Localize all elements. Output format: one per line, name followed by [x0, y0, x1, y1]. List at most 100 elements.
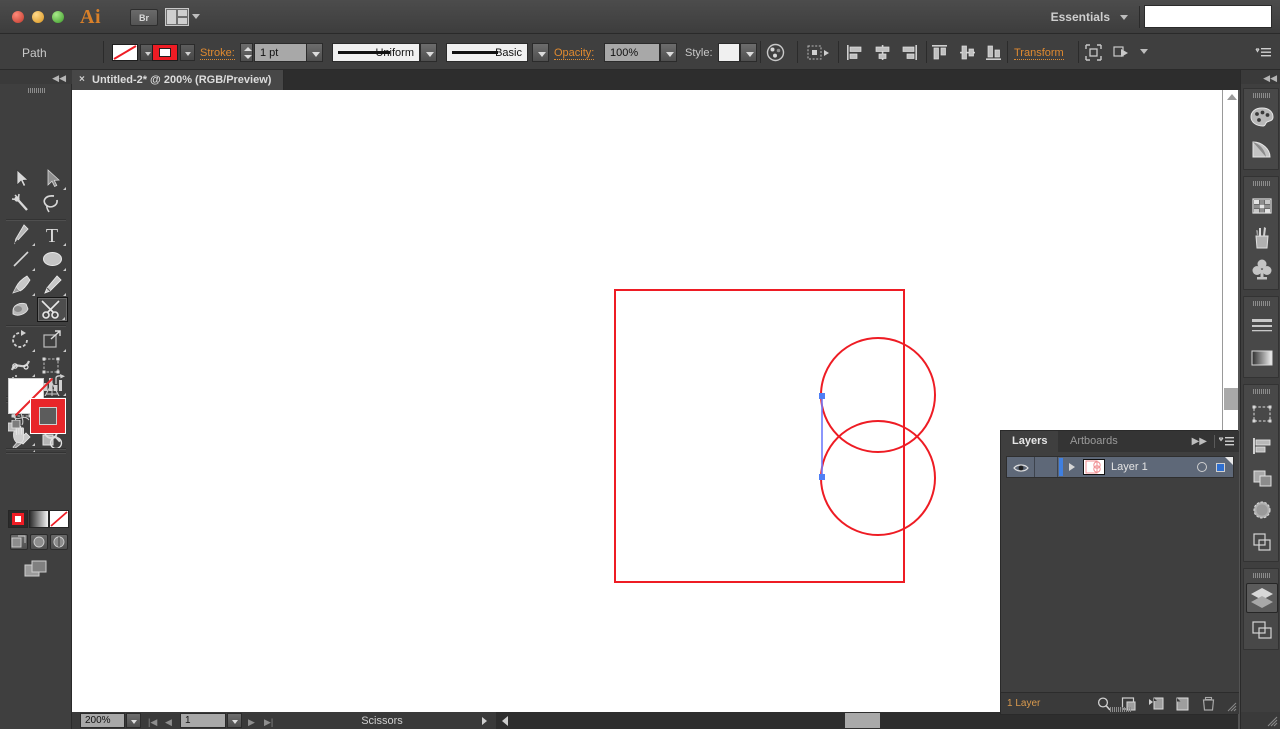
style-dropdown-arrow[interactable] [740, 43, 757, 62]
opacity-label[interactable]: Opacity: [554, 47, 594, 60]
target-indicator-icon[interactable] [1197, 462, 1207, 472]
panel-menu-icon[interactable] [1254, 43, 1274, 62]
dock-group-grip[interactable] [1253, 93, 1271, 98]
window-resize-handle[interactable] [1267, 716, 1278, 727]
collapse-panel-icon[interactable]: ◀◀ [52, 73, 66, 84]
create-new-sublayer-icon[interactable] [1147, 696, 1164, 712]
stroke-dropdown-arrow[interactable] [180, 44, 195, 61]
collapse-panel-icon[interactable]: ◀◀ [1263, 73, 1277, 84]
tab-layers[interactable]: Layers [1001, 431, 1058, 452]
stroke-profile-combo[interactable]: Uniform [332, 43, 420, 62]
previous-artboard-button[interactable]: ◀ [165, 717, 172, 728]
pathfinder-panel-icon[interactable] [1246, 463, 1278, 493]
align-right-icon[interactable] [900, 43, 920, 62]
scroll-left-arrow-icon[interactable] [502, 716, 508, 726]
chevron-down-icon[interactable] [1140, 49, 1148, 54]
blob-brush-tool[interactable] [6, 297, 37, 322]
align-left-icon[interactable] [845, 43, 865, 62]
next-artboard-button[interactable]: ▶ [248, 717, 255, 728]
stroke-swatch[interactable] [152, 44, 178, 61]
draw-behind-icon[interactable] [1112, 43, 1138, 62]
artboards-panel-icon[interactable] [1246, 399, 1278, 429]
stroke-panel-icon[interactable] [1246, 311, 1278, 341]
go-to-bridge-button[interactable]: Br [130, 9, 158, 26]
rotate-tool[interactable] [6, 328, 37, 353]
symbols-panel-icon[interactable] [1246, 255, 1278, 285]
dock-group-grip[interactable] [1253, 573, 1271, 578]
document-tab[interactable]: × Untitled-2* @ 200% (RGB/Preview) [72, 70, 284, 90]
stroke-weight-stepper[interactable] [240, 43, 253, 62]
vertical-scrollbar-thumb[interactable] [1224, 388, 1238, 410]
horizontal-scrollbar-thumb[interactable] [845, 713, 880, 728]
collapse-panel-icon[interactable]: ▶▶ [1192, 436, 1207, 447]
arrange-documents-icon[interactable] [165, 8, 189, 26]
draw-behind-button[interactable] [30, 534, 48, 550]
color-mode-button[interactable] [8, 510, 28, 528]
color-guide-panel-icon[interactable] [1246, 135, 1278, 165]
gradient-panel-icon[interactable] [1246, 343, 1278, 373]
swap-fill-stroke-icon[interactable] [54, 374, 68, 386]
stroke-weight-dropdown-arrow[interactable] [306, 43, 323, 62]
recolor-artwork-icon[interactable] [766, 43, 786, 62]
swatches-panel-icon[interactable] [1246, 191, 1278, 221]
panel-menu-icon[interactable] [1219, 436, 1234, 447]
direct-selection-tool[interactable] [37, 166, 68, 191]
dock-group-grip[interactable] [1253, 301, 1271, 306]
create-new-layer-icon[interactable] [1174, 696, 1191, 712]
tab-artboards[interactable]: Artboards [1059, 431, 1129, 452]
layers-panel-icon[interactable] [1246, 583, 1278, 613]
select-similar-objects-icon[interactable] [806, 43, 832, 62]
ellipse-tool[interactable] [37, 247, 68, 272]
chevron-down-icon[interactable] [1120, 15, 1128, 20]
zoom-level-dropdown-arrow[interactable] [126, 713, 141, 728]
panel-resize-handle[interactable] [1227, 702, 1237, 712]
first-artboard-button[interactable]: |◀ [148, 717, 157, 728]
appearance-panel-icon[interactable] [1246, 527, 1278, 557]
isolate-selected-object-icon[interactable] [1084, 43, 1104, 62]
stroke-profile-dropdown-arrow[interactable] [420, 43, 437, 62]
workspace-switcher-label[interactable]: Essentials [1051, 10, 1110, 24]
draw-inside-button[interactable] [50, 534, 68, 550]
transparency-panel-icon[interactable] [1246, 495, 1278, 525]
stroke-weight-value[interactable]: 1 pt [254, 43, 312, 62]
scale-tool[interactable] [37, 328, 68, 353]
layers-list[interactable]: Layer 1 [1001, 452, 1239, 694]
table-row[interactable]: Layer 1 [1006, 456, 1234, 478]
panel-grip[interactable] [1110, 707, 1132, 712]
opacity-dropdown-arrow[interactable] [660, 43, 677, 62]
gradient-mode-button[interactable] [29, 510, 49, 528]
tools-panel-grip[interactable] [28, 88, 46, 93]
artboards-stack-icon[interactable] [1246, 615, 1278, 645]
graphic-style-swatch[interactable] [718, 43, 740, 62]
window-minimize-button[interactable] [32, 11, 44, 23]
close-icon[interactable]: × [79, 75, 88, 84]
dock-group-grip[interactable] [1253, 181, 1271, 186]
stroke-weight-label[interactable]: Stroke: [200, 47, 235, 60]
screen-mode-icon[interactable] [24, 560, 50, 578]
selection-tool[interactable] [6, 166, 37, 191]
last-artboard-button[interactable]: ▶| [264, 717, 273, 728]
expand-layer-icon[interactable] [1069, 463, 1075, 471]
window-maximize-button[interactable] [52, 11, 64, 23]
status-bar-menu-icon[interactable] [482, 717, 487, 725]
align-panel-icon[interactable] [1246, 431, 1278, 461]
pencil-tool[interactable] [37, 272, 68, 297]
chevron-down-icon[interactable] [192, 14, 200, 19]
artboard-number-dropdown-arrow[interactable] [227, 713, 242, 728]
window-close-button[interactable] [12, 11, 24, 23]
layer-name-label[interactable]: Layer 1 [1111, 461, 1148, 473]
fill-swatch[interactable] [112, 44, 138, 61]
brushes-panel-icon[interactable] [1246, 223, 1278, 253]
opacity-value[interactable]: 100% [604, 43, 660, 62]
scissors-tool[interactable] [37, 297, 68, 322]
color-panel-icon[interactable] [1246, 103, 1278, 133]
line-segment-tool[interactable] [6, 247, 37, 272]
eye-icon[interactable] [1013, 461, 1029, 475]
dock-group-grip[interactable] [1253, 389, 1271, 394]
brush-definition-dropdown-arrow[interactable] [532, 43, 549, 62]
magic-wand-tool[interactable] [6, 191, 37, 216]
pen-tool[interactable] [6, 222, 37, 247]
selection-indicator-icon[interactable] [1216, 463, 1225, 472]
delete-selection-icon[interactable] [1200, 696, 1217, 712]
lasso-tool[interactable] [37, 191, 68, 216]
